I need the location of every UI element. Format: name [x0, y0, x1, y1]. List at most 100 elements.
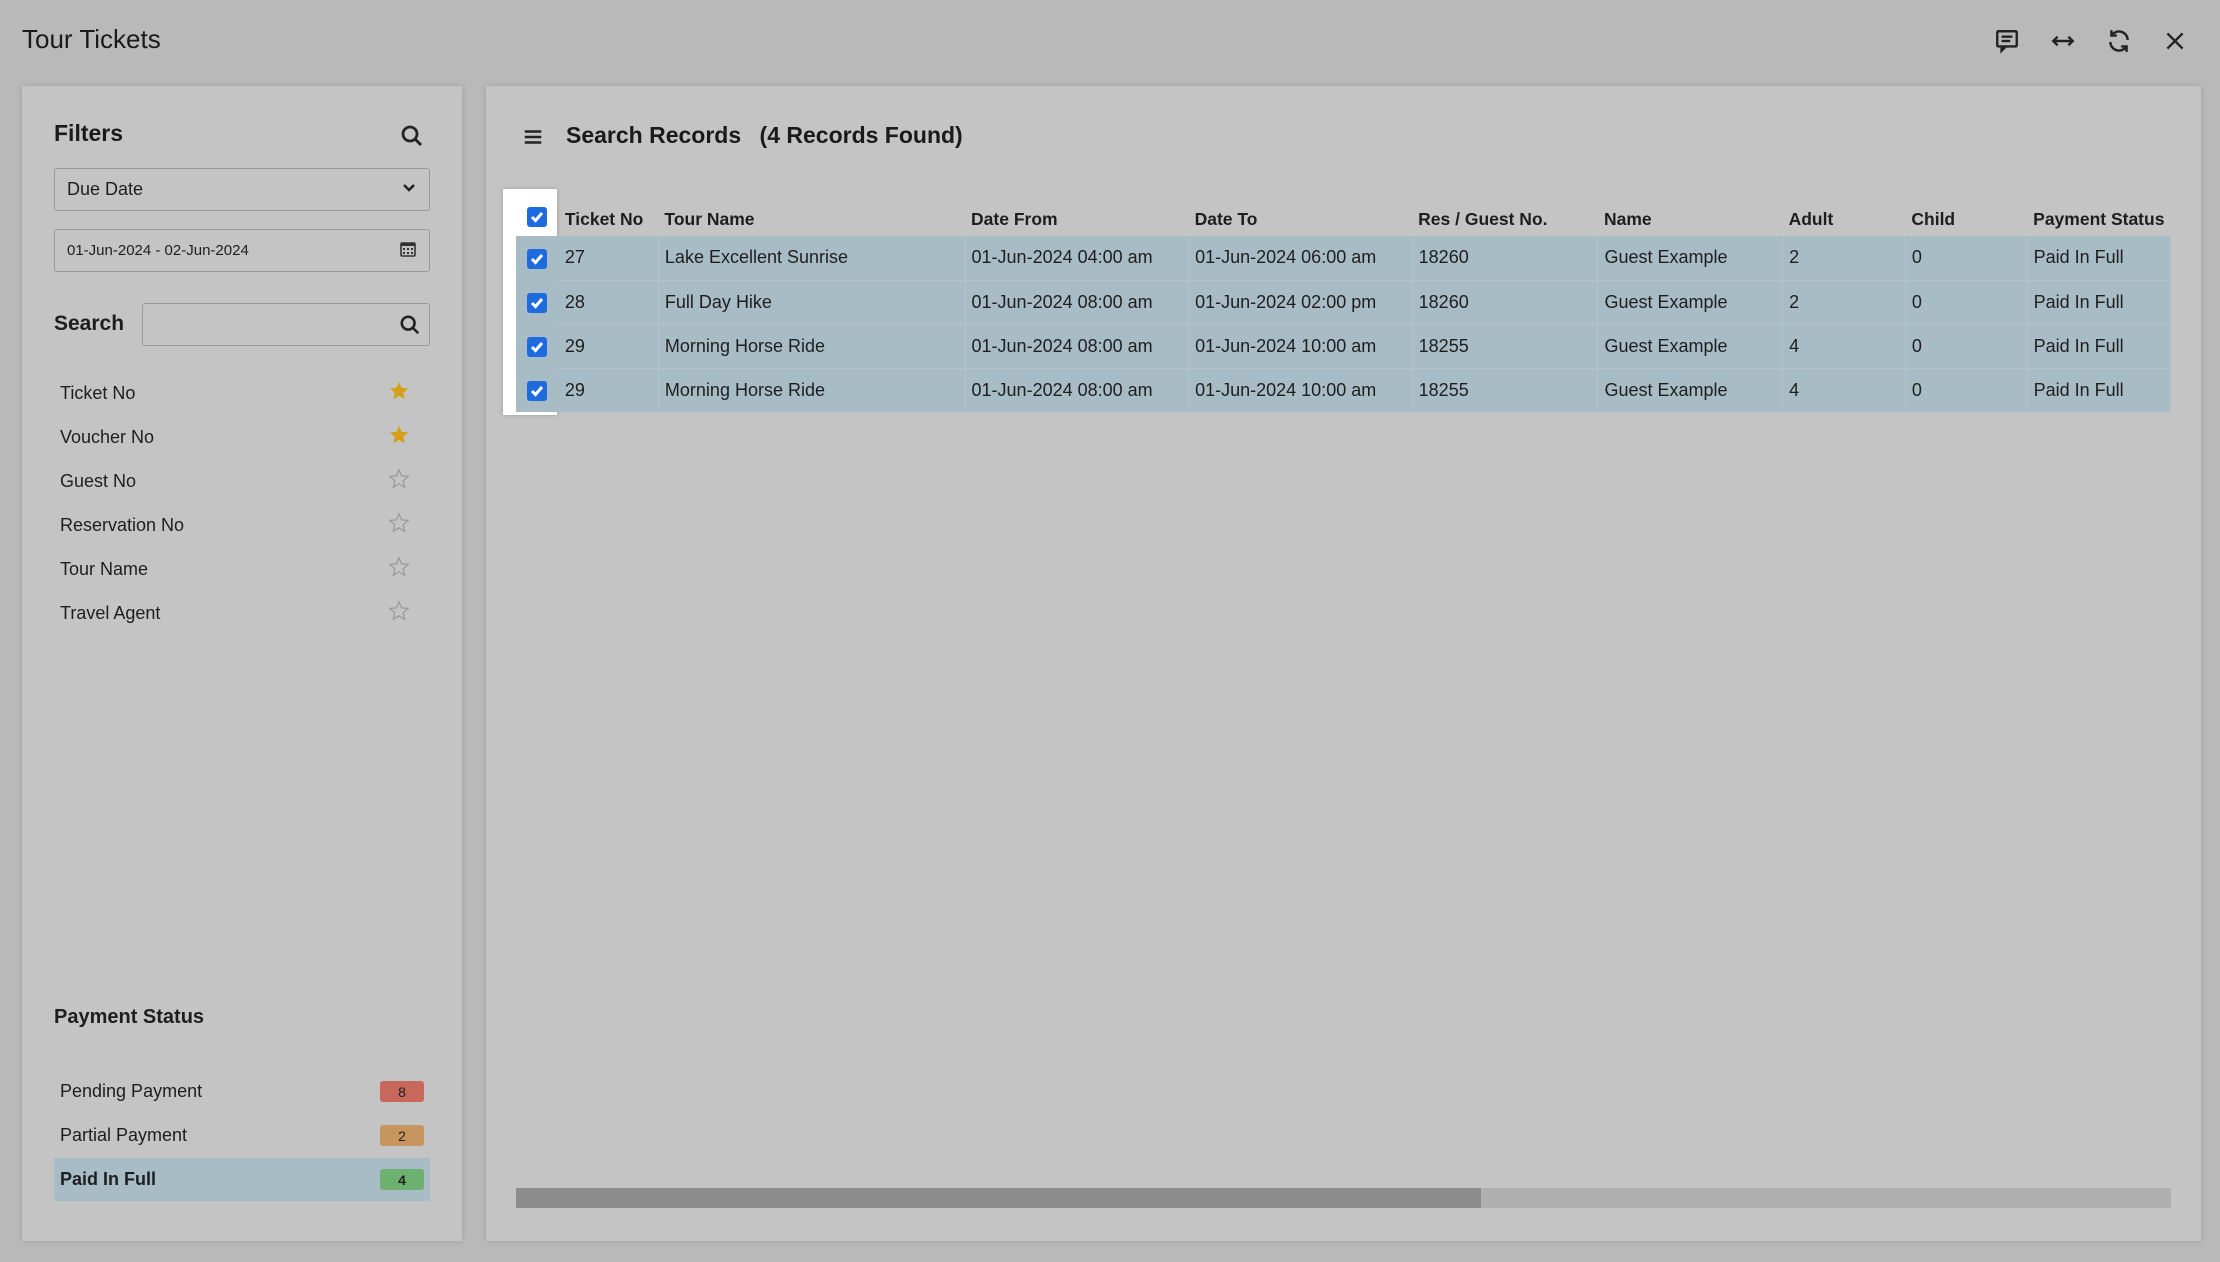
search-field-item[interactable]: Voucher No — [54, 415, 430, 459]
table-cell: 18255 — [1412, 368, 1599, 413]
star-filled-icon[interactable] — [388, 380, 410, 407]
row-select-cell — [516, 368, 559, 412]
search-input[interactable] — [143, 304, 383, 345]
search-field-label: Ticket No — [60, 382, 136, 403]
row-checkbox[interactable] — [527, 292, 548, 313]
search-field-item[interactable]: Tour Name — [54, 547, 430, 591]
table-cell: 2 — [1782, 280, 1906, 325]
row-select-cell — [516, 236, 559, 280]
search-field-label: Tour Name — [60, 558, 149, 579]
date-range-input[interactable]: 01-Jun-2024 - 02-Jun-2024 — [54, 229, 430, 272]
search-field-label: Reservation No — [60, 514, 185, 535]
window-title: Tour Tickets — [22, 24, 161, 54]
table-cell: 01-Jun-2024 04:00 am — [965, 236, 1190, 281]
row-checkbox[interactable] — [527, 380, 548, 401]
search-field-label: Voucher No — [60, 426, 155, 447]
search-field-item[interactable]: Ticket No — [54, 371, 430, 415]
table-cell: Morning Horse Ride — [658, 368, 966, 413]
search-icon[interactable] — [399, 314, 421, 336]
records-panel: Search Records (4 Records Found) Ticket … — [486, 86, 2201, 1241]
star-outline-icon[interactable] — [388, 511, 410, 539]
column-header[interactable]: Child — [1905, 196, 2027, 236]
table-header-row: Ticket No Tour Name Date From Date To Res / … — [516, 196, 2171, 236]
table-cell: Lake Excellent Sunrise — [658, 236, 966, 281]
table-cell: 2 — [1782, 236, 1906, 281]
records-table-wrap: Ticket No Tour Name Date From Date To Res / … — [516, 196, 2171, 413]
column-header[interactable]: Res / Guest No. — [1412, 196, 1598, 236]
star-outline-icon[interactable] — [388, 467, 410, 495]
table-cell: 01-Jun-2024 06:00 am — [1188, 236, 1413, 281]
table-cell: 18260 — [1412, 280, 1599, 325]
search-field-list: Ticket No Voucher No Guest No Reservation N… — [54, 371, 430, 635]
status-count-badge: 4 — [380, 1169, 424, 1190]
table-row[interactable]: 28 Full Day Hike 01-Jun-2024 08:00 am 01-Ju… — [516, 280, 2171, 325]
table-row[interactable]: 29 Morning Horse Ride 01-Jun-2024 08:00 am… — [516, 324, 2171, 369]
search-field-item[interactable]: Travel Agent — [54, 591, 430, 635]
table-cell: 4 — [1782, 368, 1906, 413]
row-select-cell — [516, 324, 559, 368]
date-type-select[interactable]: Due Date — [54, 168, 430, 211]
table-cell: 0 — [1905, 236, 2028, 281]
status-count-badge: 2 — [380, 1125, 424, 1146]
status-count-badge: 8 — [380, 1081, 424, 1102]
filters-heading: Filters — [54, 120, 124, 146]
column-header[interactable]: Name — [1598, 196, 1783, 236]
row-checkbox[interactable] — [527, 248, 548, 269]
refresh-icon[interactable] — [2104, 26, 2134, 56]
payment-status-label: Paid In Full — [60, 1169, 157, 1189]
column-header[interactable]: Date To — [1189, 196, 1413, 236]
payment-status-label: Pending Payment — [60, 1081, 203, 1101]
filter-panel: Filters Due Date 01-Jun-2024 - 02-Jun-20… — [22, 86, 462, 1241]
chevron-down-icon — [401, 179, 417, 200]
star-outline-icon[interactable] — [388, 555, 410, 583]
search-icon[interactable] — [400, 124, 428, 152]
search-field-item[interactable]: Guest No — [54, 459, 430, 503]
close-icon[interactable] — [2160, 26, 2190, 56]
select-all-checkbox[interactable] — [527, 206, 548, 227]
table-cell: 29 — [558, 368, 659, 413]
table-cell: 0 — [1905, 280, 2028, 325]
star-outline-icon[interactable] — [388, 599, 410, 627]
search-field-item[interactable]: Reservation No — [54, 503, 430, 547]
table-cell: 01-Jun-2024 10:00 am — [1188, 324, 1413, 369]
column-header[interactable]: Adult — [1783, 196, 1906, 236]
table-cell: 01-Jun-2024 08:00 am — [965, 368, 1190, 413]
payment-status-item[interactable]: Paid In Full 4 — [54, 1158, 430, 1201]
column-header[interactable]: Tour Name — [658, 196, 965, 236]
table-cell: Full Day Hike — [658, 280, 966, 325]
row-checkbox[interactable] — [527, 336, 548, 357]
column-header[interactable]: Ticket No — [559, 196, 659, 236]
payment-status-item[interactable]: Pending Payment 8 — [54, 1070, 430, 1113]
search-field-label: Guest No — [60, 470, 137, 491]
column-header[interactable]: Payment Status — [2027, 196, 2170, 236]
table-cell: 01-Jun-2024 08:00 am — [965, 280, 1190, 325]
table-cell: Paid In Full — [2027, 324, 2171, 369]
search-label: Search — [54, 312, 125, 335]
scrollbar-thumb[interactable] — [516, 1188, 1481, 1208]
date-range-value: 01-Jun-2024 - 02-Jun-2024 — [67, 242, 249, 259]
comment-icon[interactable] — [1992, 26, 2022, 56]
table-cell: Paid In Full — [2027, 368, 2171, 413]
hamburger-menu-icon[interactable] — [522, 126, 548, 152]
window-controls — [1992, 26, 2190, 56]
star-filled-icon[interactable] — [388, 424, 410, 451]
column-header[interactable]: Date From — [965, 196, 1189, 236]
payment-status-list: Pending Payment 8 Partial Payment 2 Paid In … — [54, 1070, 430, 1202]
table-cell: Guest Example — [1597, 236, 1784, 281]
table-row[interactable]: 27 Lake Excellent Sunrise 01-Jun-2024 04:0… — [516, 236, 2171, 281]
calendar-icon[interactable] — [399, 240, 417, 262]
table-cell: 0 — [1905, 324, 2028, 369]
table-row[interactable]: 29 Morning Horse Ride 01-Jun-2024 08:00 am… — [516, 368, 2171, 413]
expand-horizontal-icon[interactable] — [2048, 26, 2078, 56]
table-cell: Paid In Full — [2027, 236, 2171, 281]
table-cell: 29 — [558, 324, 659, 369]
horizontal-scrollbar[interactable] — [516, 1188, 2171, 1208]
table-cell: 4 — [1782, 324, 1906, 369]
records-count: (4 Records Found) — [759, 122, 963, 148]
select-all-cell — [516, 196, 559, 236]
date-type-value: Due Date — [67, 179, 144, 199]
table-cell: 01-Jun-2024 02:00 pm — [1188, 280, 1413, 325]
payment-status-label: Partial Payment — [60, 1125, 188, 1145]
payment-status-item[interactable]: Partial Payment 2 — [54, 1114, 430, 1157]
records-table: Ticket No Tour Name Date From Date To Res / … — [516, 196, 2171, 413]
